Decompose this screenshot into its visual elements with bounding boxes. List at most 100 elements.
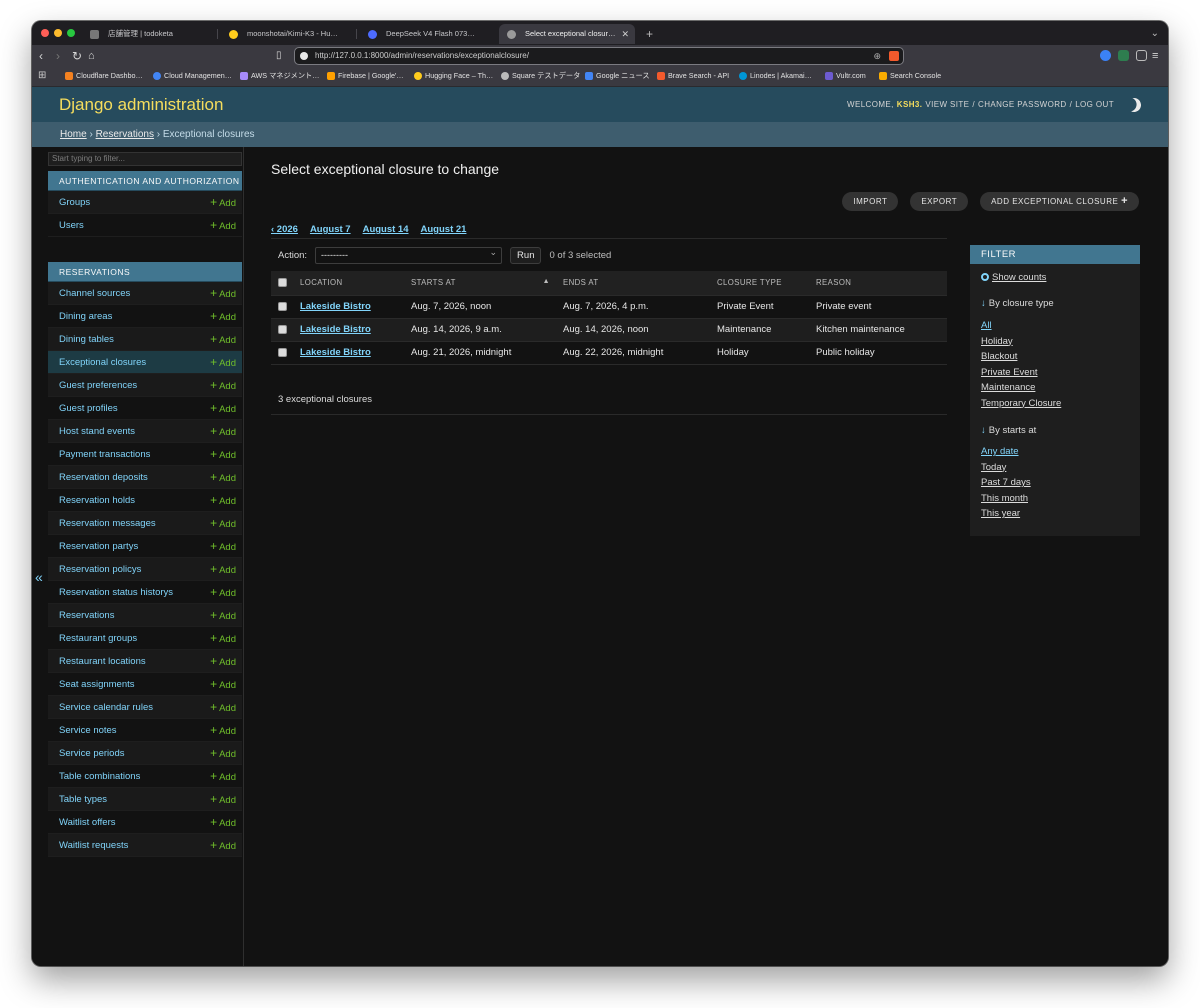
add-exceptional-closure-button[interactable]: Add exceptional closure + [980,192,1139,211]
bookmark-item[interactable]: Cloudflare Dashbo… [65,67,143,85]
sidebar-item-table-types[interactable]: Table types + Add [48,788,242,811]
add-link[interactable]: + Add [210,719,236,743]
site-info-icon[interactable] [300,52,308,60]
sidebar-item-label[interactable]: Seat assignments [59,679,135,690]
bookmark-item[interactable]: Vultr.com [825,67,866,85]
filter-option[interactable]: This month [981,491,1031,507]
add-link[interactable]: + Add [210,581,236,605]
filter-option[interactable]: Any date [981,444,1031,460]
sidebar-item-reservations[interactable]: Reservations + Add [48,604,242,627]
sidebar-item-seat-assignments[interactable]: Seat assignments + Add [48,673,242,696]
row-checkbox[interactable] [278,324,287,334]
date-hierarchy-link[interactable]: August 14 [363,224,409,235]
sidebar-item-channel-sources[interactable]: Channel sources + Add [48,282,242,305]
sort-ascending-icon[interactable]: ▲ [543,278,550,285]
sidebar-item-exceptional-closures[interactable]: Exceptional closures + Add [48,351,242,374]
reload-icon[interactable]: ↻ [72,48,82,64]
sidebar-item-label[interactable]: Waitlist offers [59,817,116,828]
sidebar-item-label[interactable]: Exceptional closures [59,357,146,368]
home-icon[interactable]: ⌂ [88,48,95,64]
location-link[interactable]: Lakeside Bistro [300,347,371,358]
sidebar-item-label[interactable]: Reservation policys [59,564,141,575]
row-checkbox[interactable] [278,301,287,311]
toggle-sidebar-icon[interactable]: « [35,569,43,585]
sidebar-item-reservation-status-historys[interactable]: Reservation status historys + Add [48,581,242,604]
filter-option[interactable]: Holiday [981,334,1061,350]
filter-option[interactable]: Past 7 days [981,475,1031,491]
sidebar-item-service-notes[interactable]: Service notes + Add [48,719,242,742]
sidebar-item-label[interactable]: Payment transactions [59,449,150,460]
browser-tab-active[interactable]: Select exceptional closure to change ✕ [499,24,635,44]
add-link[interactable]: + Add [210,834,236,858]
chevron-down-icon[interactable]: ⌄ [1151,24,1159,44]
add-link[interactable]: + Add [210,742,236,766]
column-header-location[interactable]: Location [295,271,406,296]
bookmark-item[interactable]: AWS マネジメント… [240,67,319,85]
add-link[interactable]: + Add [210,650,236,674]
sidebar-item-reservation-policys[interactable]: Reservation policys + Add [48,558,242,581]
sidebar-item-guest-profiles[interactable]: Guest profiles + Add [48,397,242,420]
sidebar-item-label[interactable]: Restaurant groups [59,633,137,644]
add-link[interactable]: + Add [210,696,236,720]
add-link[interactable]: + Add [210,328,236,352]
extensions-puzzle-icon[interactable] [1136,50,1147,61]
sidebar-item-label[interactable]: Guest profiles [59,403,118,414]
show-counts-link[interactable]: Show counts [981,272,1046,283]
sidebar-item-waitlist-requests[interactable]: Waitlist requests + Add [48,834,242,857]
sidebar-item-label[interactable]: Table types [59,794,107,805]
browser-tab[interactable]: moonshotai/Kimi-K3 - Hugging Face [221,24,357,44]
site-brand[interactable]: Django administration [59,95,223,115]
forward-icon[interactable]: › [56,48,60,64]
add-link[interactable]: + Add [210,214,236,238]
add-link[interactable]: + Add [210,282,236,306]
add-link[interactable]: + Add [210,811,236,835]
sidebar-item-reservation-partys[interactable]: Reservation partys + Add [48,535,242,558]
column-header-ends-at[interactable]: Ends at [558,271,712,296]
sidebar-item-label[interactable]: Guest preferences [59,380,137,391]
add-link[interactable]: + Add [210,374,236,398]
add-link[interactable]: + Add [210,397,236,421]
bookmark-item[interactable]: Linodes | Akamai… [739,67,812,85]
sidebar-item-service-periods[interactable]: Service periods + Add [48,742,242,765]
sidebar-item-service-calendar-rules[interactable]: Service calendar rules + Add [48,696,242,719]
browser-tab[interactable]: DeepSeek V4 Flash 0731をRTX PRO [360,24,496,44]
sidebar-item-label[interactable]: Reservation messages [59,518,156,529]
bookmark-item[interactable]: Cloud Managemen… [153,67,232,85]
add-link[interactable]: + Add [210,535,236,559]
zoom-icon[interactable]: ⊕ [873,48,881,64]
select-all-checkbox[interactable] [278,278,287,288]
filter-option[interactable]: Blackout [981,349,1061,365]
column-header-starts-at[interactable]: Starts at ▲ [406,271,558,296]
column-header-closure-type[interactable]: Closure type [712,271,811,296]
add-link[interactable]: + Add [210,627,236,651]
back-icon[interactable]: ‹ [39,48,43,64]
breadcrumb-app-link[interactable]: Reservations [96,129,154,140]
sidebar-item-label[interactable]: Table combinations [59,771,140,782]
location-link[interactable]: Lakeside Bistro [300,324,371,335]
sidebar-item-waitlist-offers[interactable]: Waitlist offers + Add [48,811,242,834]
bookmark-item[interactable]: Firebase | Google'… [327,67,404,85]
sidebar-item-reservation-messages[interactable]: Reservation messages + Add [48,512,242,535]
sidebar-item-reservation-deposits[interactable]: Reservation deposits + Add [48,466,242,489]
add-link[interactable]: + Add [210,443,236,467]
sidebar-item-restaurant-locations[interactable]: Restaurant locations + Add [48,650,242,673]
sidebar-item-label[interactable]: Service notes [59,725,117,736]
sidebar-item-table-combinations[interactable]: Table combinations + Add [48,765,242,788]
menu-icon[interactable]: ≡ [1152,48,1158,64]
breadcrumb-home-link[interactable]: Home [60,129,87,140]
column-header-reason[interactable]: Reason [811,271,947,296]
apps-grid-icon[interactable]: ⊞ [38,70,46,81]
sidebar-item-label[interactable]: Host stand events [59,426,135,437]
sidebar-item-reservation-holds[interactable]: Reservation holds + Add [48,489,242,512]
sidebar-item-label[interactable]: Waitlist requests [59,840,128,851]
sidebar-item-label[interactable]: Reservation status historys [59,587,173,598]
close-tab-icon[interactable]: ✕ [621,24,629,44]
add-link[interactable]: + Add [210,466,236,490]
sidebar-item-guest-preferences[interactable]: Guest preferences + Add [48,374,242,397]
add-link[interactable]: + Add [210,420,236,444]
new-tab-icon[interactable]: + [646,24,653,44]
filter-option[interactable]: All [981,318,1061,334]
sidebar-item-label[interactable]: Users [59,220,84,231]
extension-icon[interactable] [1118,50,1129,61]
filter-option[interactable]: Temporary Closure [981,396,1061,412]
